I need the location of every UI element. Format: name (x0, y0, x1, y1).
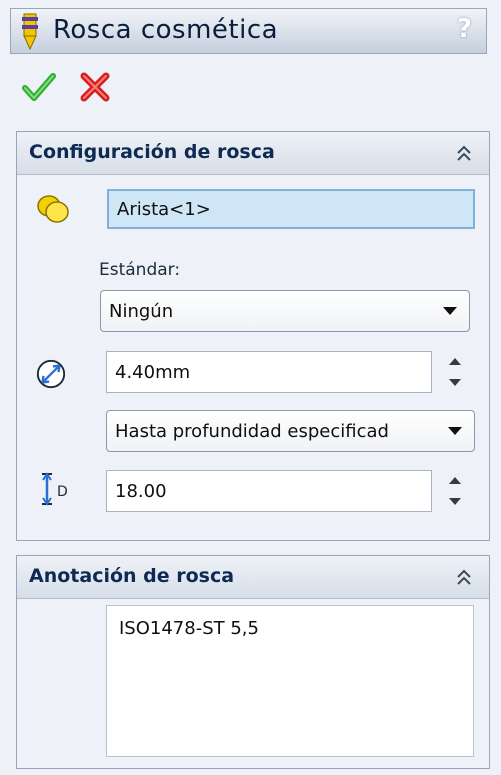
property-manager-titlebar: Rosca cosmética ? (10, 8, 487, 54)
page-title: Rosca cosmética (53, 15, 279, 45)
cancel-x-icon[interactable] (78, 70, 112, 104)
thread-callout-group: Anotación de rosca ISO1478-ST 5,5 (16, 555, 490, 769)
depth-spinner[interactable] (443, 469, 467, 513)
diameter-spinner[interactable] (443, 350, 467, 394)
thread-callout-title: Anotación de rosca (29, 565, 235, 587)
standard-select[interactable]: Ningún (100, 290, 470, 332)
thread-settings-header[interactable]: Configuración de rosca (17, 132, 489, 175)
depth-icon-letter: D (57, 484, 68, 500)
thread-callout-textarea[interactable]: ISO1478-ST 5,5 (106, 605, 474, 757)
thread-settings-title: Configuración de rosca (29, 141, 275, 163)
help-button[interactable]: ? (457, 14, 472, 44)
diameter-icon (36, 359, 66, 389)
thread-callout-header[interactable]: Anotación de rosca (17, 556, 489, 599)
standard-label: Estándar: (99, 260, 181, 280)
edge-selection-icon (37, 195, 69, 223)
diameter-input[interactable]: 4.40mm (106, 351, 432, 393)
collapse-chevron-icon[interactable] (455, 143, 473, 163)
edge-selection-field[interactable]: Arista<1> (107, 189, 475, 229)
depth-icon: D (42, 472, 68, 506)
dropdown-arrow-icon (443, 307, 457, 315)
depth-input[interactable]: 18.00 (106, 470, 432, 512)
standard-select-value: Ningún (109, 300, 174, 322)
ok-check-icon[interactable] (22, 70, 56, 104)
thread-settings-group: Configuración de rosca Arista<1> Estánda… (16, 131, 490, 541)
end-condition-select[interactable]: Hasta profundidad especificad (106, 410, 475, 452)
thread-callout-body: ISO1478-ST 5,5 (17, 599, 489, 768)
end-condition-value: Hasta profundidad especificad (115, 420, 389, 442)
thread-settings-body: Arista<1> Estándar: Ningún 4.40mm Hasta … (17, 175, 489, 540)
collapse-chevron-icon[interactable] (455, 567, 473, 587)
cosmetic-thread-icon (22, 13, 38, 51)
dropdown-arrow-icon (448, 427, 462, 435)
